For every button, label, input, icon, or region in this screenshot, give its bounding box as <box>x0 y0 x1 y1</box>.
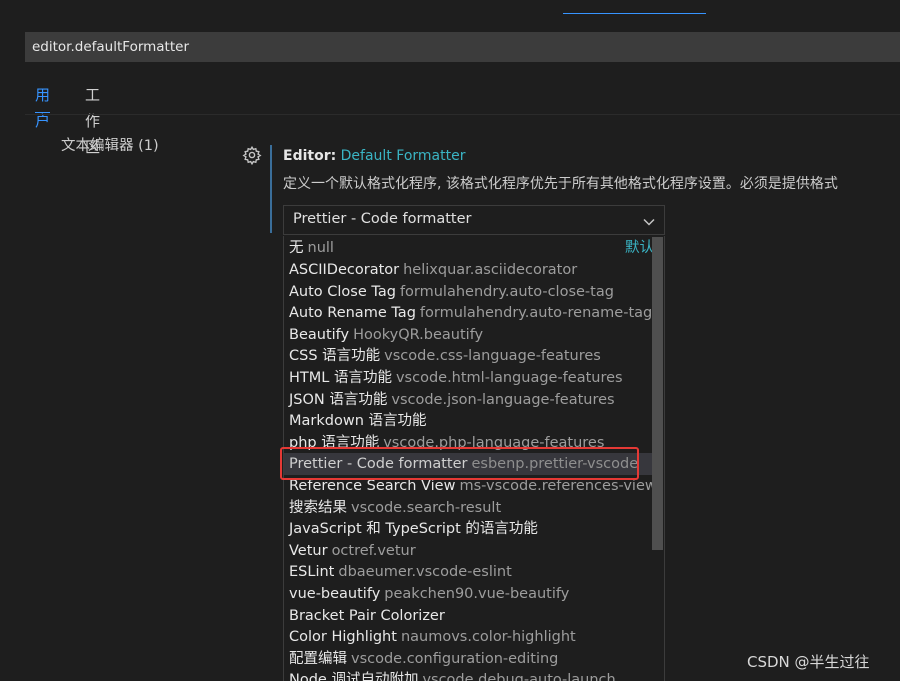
option-name: JavaScript 和 TypeScript 的语言功能 <box>289 521 538 537</box>
option-name: 无 <box>289 240 304 256</box>
watermark: CSDN @半生过往 <box>747 653 870 671</box>
option-id: vscode.configuration-editing <box>351 651 559 667</box>
scope-divider <box>25 114 900 115</box>
option-search-result[interactable]: 搜索结果 vscode.search-result <box>284 497 654 519</box>
option-id: helixquar.asciidecorator <box>403 262 578 278</box>
option-id: null <box>307 240 334 256</box>
option-name: php 语言功能 <box>289 435 380 451</box>
option-beautify[interactable]: Beautify HookyQR.beautify <box>284 324 654 346</box>
top-tab-strip <box>0 0 900 18</box>
select-value: Prettier - Code formatter <box>293 211 472 227</box>
option-name: Color Highlight <box>289 629 397 645</box>
option-name: Node 调试自动附加 <box>289 672 419 681</box>
default-formatter-select[interactable]: Prettier - Code formatter <box>283 205 665 235</box>
option-null[interactable]: 无 null 默认 <box>284 237 654 259</box>
option-auto-rename-tag[interactable]: Auto Rename Tag formulahendry.auto-rename… <box>284 302 654 324</box>
tab-user[interactable]: 用户 <box>35 82 51 130</box>
option-name: CSS 语言功能 <box>289 348 381 364</box>
option-php-language-features[interactable]: php 语言功能 vscode.php-language-features <box>284 432 654 454</box>
option-id: vscode.json-language-features <box>391 392 615 408</box>
setting-key: Default Formatter <box>340 148 466 164</box>
option-name: ESLint <box>289 564 335 580</box>
dropdown-list: 无 null 默认 ASCIIDecorator helixquar.asciide… <box>283 236 665 681</box>
option-id: dbaeumer.vscode-eslint <box>338 564 512 580</box>
option-name: HTML 语言功能 <box>289 370 392 386</box>
option-name: ASCIIDecorator <box>289 262 400 278</box>
option-id: formulahendry.auto-rename-tag <box>419 305 653 321</box>
settings-search-box[interactable] <box>25 32 900 62</box>
option-name: Auto Rename Tag <box>289 305 416 321</box>
option-id: vscode.php-language-features <box>383 435 605 451</box>
option-bracket-pair-colorizer[interactable]: Bracket Pair Colorizer <box>284 605 654 627</box>
option-id: esbenp.prettier-vscode <box>471 456 639 472</box>
option-id: octref.vetur <box>331 543 416 559</box>
option-id: naumovs.color-highlight <box>400 629 576 645</box>
settings-editor: 用户 工作区 文本编辑器 (1) Editor: Default Formatt… <box>0 0 900 681</box>
setting-focus-indicator <box>270 145 272 233</box>
option-id: formulahendry.auto-close-tag <box>399 284 614 300</box>
chevron-down-icon <box>642 214 656 228</box>
option-name: Reference Search View <box>289 478 456 494</box>
setting-title: Editor: Default Formatter <box>283 148 465 164</box>
option-name: Prettier - Code formatter <box>289 456 468 472</box>
option-typescript-language-features[interactable]: JavaScript 和 TypeScript 的语言功能 <box>284 518 654 540</box>
option-auto-close-tag[interactable]: Auto Close Tag formulahendry.auto-close-t… <box>284 281 654 303</box>
tab-workspace[interactable]: 工作区 <box>85 82 100 156</box>
gear-icon[interactable] <box>242 145 262 166</box>
option-json-language-features[interactable]: JSON 语言功能 vscode.json-language-features <box>284 389 654 411</box>
dropdown-scrollbar[interactable] <box>652 237 663 550</box>
option-vue-beautify[interactable]: vue-beautify peakchen90.vue-beautify <box>284 583 654 605</box>
option-reference-search-view[interactable]: Reference Search View ms-vscode.reference… <box>284 475 657 497</box>
option-asciidecorator[interactable]: ASCIIDecorator helixquar.asciidecorator <box>284 259 654 281</box>
active-tab-underline <box>563 13 706 14</box>
option-debug-auto-launch[interactable]: Node 调试自动附加 vscode.debug-auto-launch <box>284 669 654 681</box>
option-name: JSON 语言功能 <box>289 392 388 408</box>
option-name: Markdown 语言功能 <box>289 413 427 429</box>
option-html-language-features[interactable]: HTML 语言功能 vscode.html-language-features <box>284 367 654 389</box>
option-name: Vetur <box>289 543 328 559</box>
option-eslint[interactable]: ESLint dbaeumer.vscode-eslint <box>284 561 654 583</box>
option-id: vscode.css-language-features <box>384 348 601 364</box>
option-id: peakchen90.vue-beautify <box>384 586 570 602</box>
option-id: vscode.debug-auto-launch <box>422 672 616 681</box>
option-id: vscode.html-language-features <box>395 370 623 386</box>
option-css-language-features[interactable]: CSS 语言功能 vscode.css-language-features <box>284 345 654 367</box>
toc-item-text-editor[interactable]: 文本编辑器 (1) <box>61 134 159 155</box>
setting-category: Editor: <box>283 148 337 164</box>
option-name: 搜索结果 <box>289 500 347 516</box>
option-configuration-editing[interactable]: 配置编辑 vscode.configuration-editing <box>284 648 654 670</box>
option-prettier[interactable]: Prettier - Code formatter esbenp.prettier… <box>284 453 654 475</box>
option-vetur[interactable]: Vetur octref.vetur <box>284 540 654 562</box>
option-color-highlight[interactable]: Color Highlight naumovs.color-highlight <box>284 626 654 648</box>
option-markdown-language-features[interactable]: Markdown 语言功能 <box>284 410 654 432</box>
option-name: Auto Close Tag <box>289 284 396 300</box>
option-id: vscode.search-result <box>351 500 502 516</box>
settings-search-input[interactable] <box>32 33 892 61</box>
option-id: HookyQR.beautify <box>353 327 484 343</box>
option-name: Beautify <box>289 327 350 343</box>
option-name: 配置编辑 <box>289 651 347 667</box>
setting-description: 定义一个默认格式化程序, 该格式化程序优先于所有其他格式化程序设置。必须是提供格… <box>283 176 838 192</box>
option-name: Bracket Pair Colorizer <box>289 608 445 624</box>
option-id: ms-vscode.references-view <box>459 478 657 494</box>
default-badge: 默认 <box>625 240 654 256</box>
option-name: vue-beautify <box>289 586 381 602</box>
